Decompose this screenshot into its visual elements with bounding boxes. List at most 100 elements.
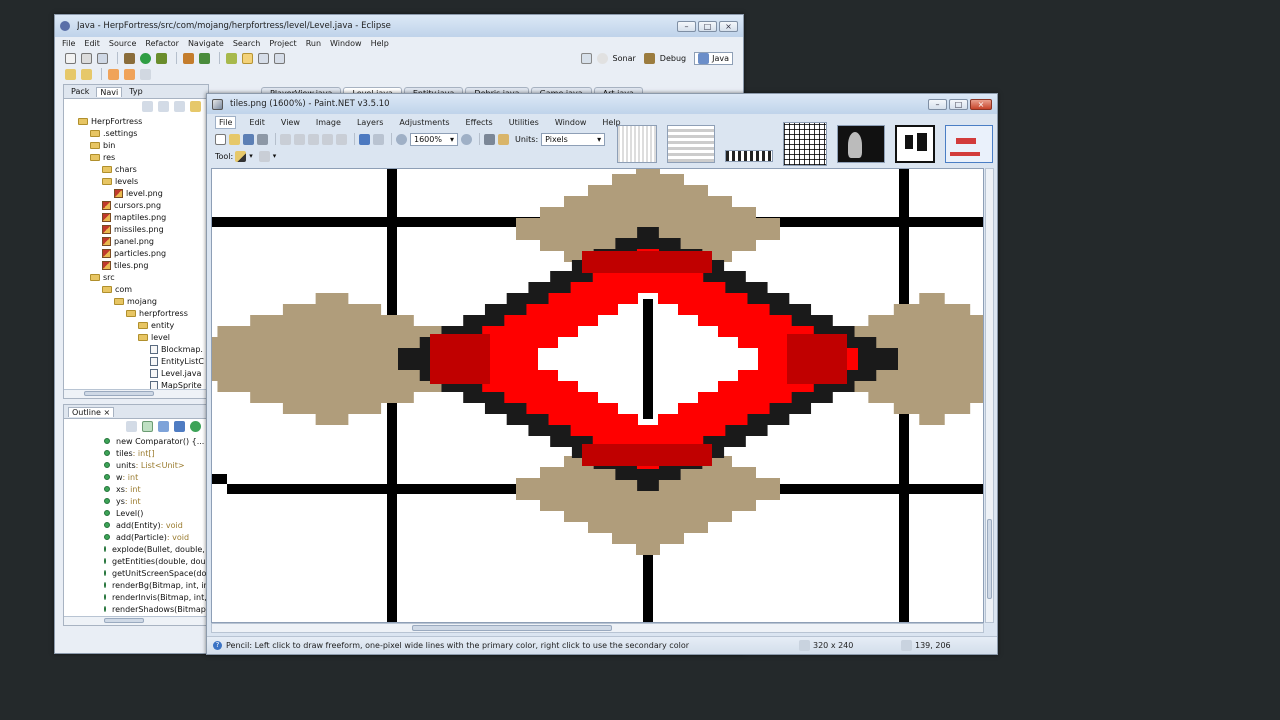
tree-item[interactable]: Blockmap. [64, 343, 208, 355]
perspective-debug[interactable]: Debug [660, 54, 686, 63]
tree-hscrollbar[interactable] [64, 389, 208, 398]
tree-item[interactable]: levels [64, 175, 208, 187]
pn-menu-utilities[interactable]: Utilities [506, 117, 542, 128]
outline-item[interactable]: getUnitScreenSpace(doub [104, 567, 217, 579]
tree-item[interactable]: cursors.png [64, 199, 208, 211]
outline-item[interactable]: ys : int [104, 495, 208, 507]
tree-item[interactable]: res [64, 151, 208, 163]
thumbnail-2[interactable] [667, 125, 715, 163]
tab-outline[interactable]: Outline × [68, 406, 115, 417]
tree-item[interactable]: .settings [64, 127, 208, 139]
pn-menu-view[interactable]: View [278, 117, 303, 128]
pn-menu-image[interactable]: Image [313, 117, 344, 128]
pn-menu-adjustments[interactable]: Adjustments [396, 117, 452, 128]
pn-menu-window[interactable]: Window [552, 117, 590, 128]
last-edit-icon[interactable] [140, 68, 151, 80]
minimize-button[interactable]: – [677, 20, 696, 32]
thumbnail-3[interactable] [725, 150, 773, 162]
tree-item[interactable]: chars [64, 163, 208, 175]
pencil-tool-icon[interactable] [235, 150, 247, 162]
menu-run[interactable]: Run [306, 39, 321, 48]
tree-item[interactable]: tiles.png [64, 259, 208, 271]
tree-item[interactable]: particles.png [64, 247, 208, 259]
collapse-outline-icon[interactable] [126, 420, 137, 432]
new-icon[interactable] [65, 52, 76, 64]
prev-annotation-icon[interactable] [81, 68, 92, 80]
outline-item[interactable]: add(Entity) : void [104, 519, 208, 531]
pn-menu-file[interactable]: File [215, 115, 237, 129]
thumbnail-4[interactable] [783, 122, 827, 166]
cut-icon[interactable] [280, 133, 291, 145]
hide-nonpublic-icon[interactable] [190, 420, 201, 432]
maximize-button[interactable]: □ [698, 20, 717, 32]
thumbnail-1[interactable] [617, 125, 657, 163]
tab-navi[interactable]: Navi [96, 86, 123, 97]
outline-item[interactable]: renderInvis(Bitmap, int, in [104, 591, 217, 603]
show-whitespace-icon[interactable] [274, 52, 285, 64]
canvas-vscrollbar[interactable] [985, 168, 994, 623]
tree-item[interactable]: Level.java [64, 367, 208, 379]
thumbnail-6[interactable] [895, 125, 935, 163]
outline-item[interactable]: new Comparator() {... [104, 435, 208, 447]
outline-item[interactable]: w : int [104, 471, 208, 483]
save-image-icon[interactable] [243, 133, 254, 145]
outline-item[interactable]: renderShadows(Bitmap) [104, 603, 209, 615]
outline-item[interactable]: tiles : int[] [104, 447, 208, 459]
pn-menu-effects[interactable]: Effects [463, 117, 496, 128]
outline-item[interactable]: Level() [104, 507, 208, 519]
link-editor-icon[interactable] [190, 100, 201, 112]
back-icon[interactable] [108, 68, 119, 80]
thumbnail-5[interactable] [837, 125, 885, 163]
menu-help[interactable]: Help [371, 39, 389, 48]
tree-item[interactable]: mojang [64, 295, 208, 307]
open-perspective-icon[interactable] [580, 52, 592, 64]
ruler-icon[interactable] [498, 133, 509, 145]
deselect-icon[interactable] [336, 133, 347, 145]
forward-icon[interactable] [124, 68, 135, 80]
antialias-icon[interactable] [258, 150, 270, 162]
pixel-art-drawing[interactable] [212, 169, 984, 623]
menu-file[interactable]: File [62, 39, 75, 48]
hide-fields-icon[interactable] [158, 420, 169, 432]
outline-item[interactable]: getEntities(double, doubl [104, 555, 213, 567]
print-icon[interactable] [97, 52, 108, 64]
block-selection-icon[interactable] [258, 52, 269, 64]
debug-icon[interactable] [124, 52, 135, 64]
canvas-hscrollbar[interactable] [211, 623, 984, 633]
tree-item[interactable]: panel.png [64, 235, 208, 247]
thumbnail-7-active[interactable] [945, 125, 993, 163]
tree-item[interactable]: missiles.png [64, 223, 208, 235]
collapse-all-icon[interactable] [174, 100, 185, 112]
perspective-java[interactable]: Java [694, 51, 733, 65]
outline-item[interactable]: units : List<Unit> [104, 459, 208, 471]
copy-icon[interactable] [294, 133, 305, 145]
outline-item[interactable]: explode(Bullet, double, do [104, 543, 217, 555]
tree-item[interactable]: bin [64, 139, 208, 151]
new-class-icon[interactable] [199, 52, 210, 64]
outline-item[interactable]: xs : int [104, 483, 208, 495]
menu-project[interactable]: Project [269, 39, 296, 48]
paste-icon[interactable] [308, 133, 319, 145]
next-annotation-icon[interactable] [65, 68, 76, 80]
menu-window[interactable]: Window [330, 39, 362, 48]
menu-navigate[interactable]: Navigate [188, 39, 224, 48]
paintnet-titlebar[interactable]: tiles.png (1600%) - Paint.NET v3.5.10 – … [207, 94, 997, 114]
save-icon[interactable] [81, 52, 92, 64]
menu-edit[interactable]: Edit [84, 39, 100, 48]
undo-icon[interactable] [359, 133, 370, 145]
menu-source[interactable]: Source [109, 39, 136, 48]
redo-icon[interactable] [373, 133, 384, 145]
tree-item[interactable]: HerpFortress [64, 115, 208, 127]
open-icon[interactable] [229, 133, 240, 145]
tree-item[interactable]: maptiles.png [64, 211, 208, 223]
new-java-project-icon[interactable] [183, 52, 194, 64]
tree-item[interactable]: src [64, 271, 208, 283]
zoom-out-icon[interactable] [396, 133, 407, 145]
print-image-icon[interactable] [257, 133, 268, 145]
outline-item[interactable]: add(Particle) : void [104, 531, 208, 543]
tree-item[interactable]: level [64, 331, 208, 343]
forward-nav-icon[interactable] [158, 100, 169, 112]
hide-static-icon[interactable] [174, 420, 185, 432]
tab-pack[interactable]: Pack [68, 87, 92, 96]
image-canvas[interactable] [211, 168, 984, 623]
